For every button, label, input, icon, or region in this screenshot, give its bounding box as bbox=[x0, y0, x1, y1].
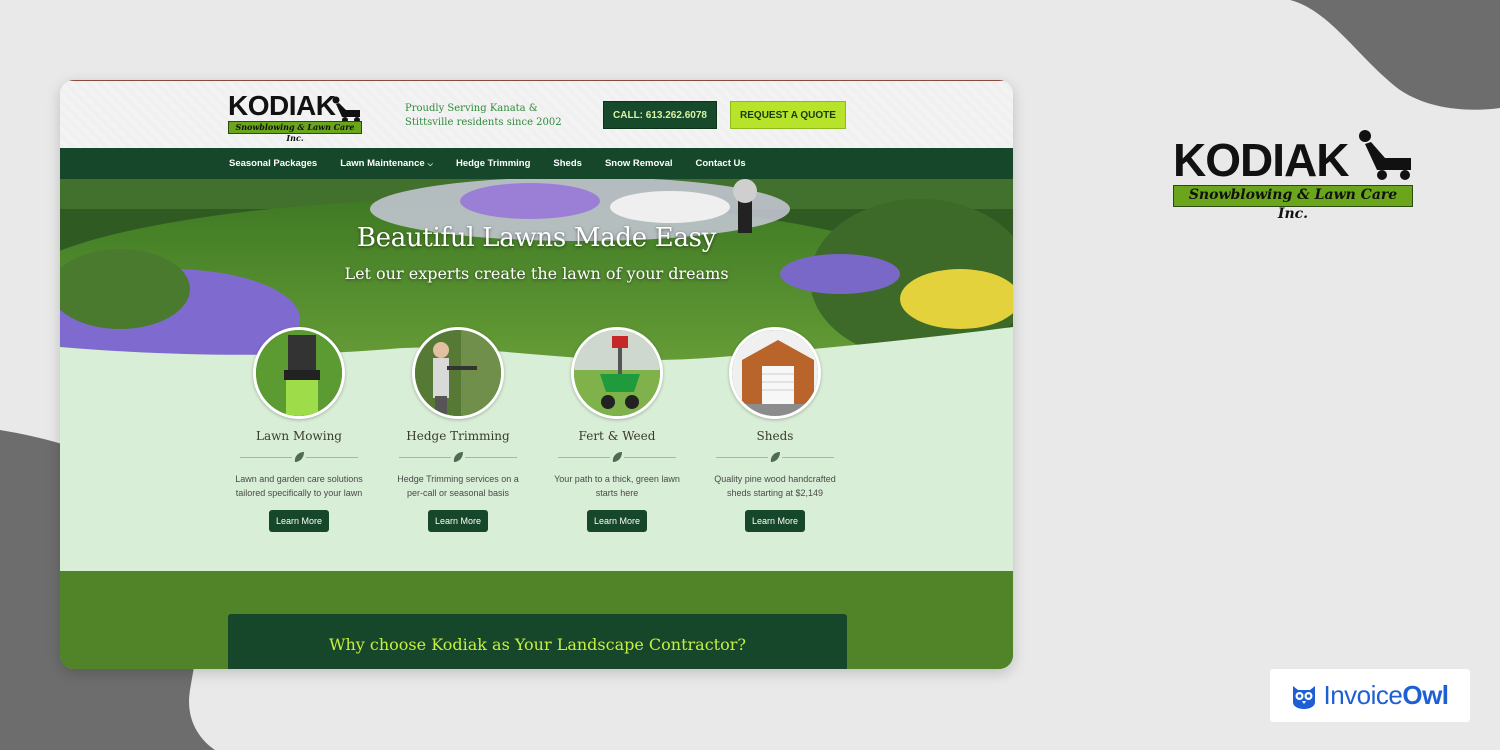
site-header: KODIAK Snowblowing & Lawn Care Inc. Prou… bbox=[60, 80, 1013, 148]
nav-hedge-trimming[interactable]: Hedge Trimming bbox=[456, 158, 530, 169]
why-choose-panel: Why choose Kodiak as Your Landscape Cont… bbox=[228, 614, 847, 669]
wordmark-suffix: Owl bbox=[1402, 680, 1449, 710]
learn-more-button[interactable]: Learn More bbox=[744, 510, 806, 532]
learn-more-button[interactable]: Learn More bbox=[268, 510, 330, 532]
service-card-hedge-trimming: Hedge Trimming Hedge Trimming services o… bbox=[388, 327, 528, 532]
leaf-icon bbox=[292, 451, 306, 463]
leaf-icon bbox=[451, 451, 465, 463]
service-title: Lawn Mowing bbox=[256, 429, 342, 443]
nav-contact-us[interactable]: Contact Us bbox=[696, 158, 746, 169]
hero-subtitle: Let our experts create the lawn of your … bbox=[344, 264, 729, 283]
service-description: Quality pine wood handcrafted sheds star… bbox=[714, 474, 836, 498]
divider bbox=[240, 451, 358, 463]
leaf-icon bbox=[610, 451, 624, 463]
website-preview: KODIAK Snowblowing & Lawn Care Inc. Prou… bbox=[60, 80, 1013, 669]
logo-strip: Snowblowing & Lawn Care Inc. bbox=[228, 121, 362, 143]
invoice-owl-badge: InvoiceOwl bbox=[1270, 669, 1470, 722]
nav-lawn-maintenance-label: Lawn Maintenance bbox=[340, 158, 425, 169]
request-quote-button[interactable]: REQUEST A QUOTE bbox=[730, 101, 846, 129]
learn-more-button[interactable]: Learn More bbox=[427, 510, 489, 532]
service-title: Fert & Weed bbox=[578, 429, 656, 443]
nav-sheds[interactable]: Sheds bbox=[553, 158, 582, 169]
header-tagline: Proudly Serving Kanata & Stittsville res… bbox=[405, 103, 562, 128]
hero-title: Beautiful Lawns Made Easy bbox=[356, 223, 717, 253]
service-card-lawn-mowing: Lawn Mowing Lawn and garden care solutio… bbox=[229, 327, 369, 532]
fertilizer-spreader-photo bbox=[571, 327, 663, 419]
divider bbox=[558, 451, 676, 463]
owl-icon bbox=[1293, 685, 1316, 709]
kodiak-logo-large: KODIAK Snowblowing & Lawn Care Inc. bbox=[1173, 128, 1415, 222]
leaf-icon bbox=[768, 451, 782, 463]
service-description: Lawn and garden care solutions tailored … bbox=[235, 474, 363, 498]
chevron-down-icon: ⌵ bbox=[427, 161, 433, 168]
decorative-blob-top-right bbox=[1290, 0, 1500, 110]
service-card-fert-weed: Fert & Weed Your path to a thick, green … bbox=[547, 327, 687, 532]
hedge-trimming-photo bbox=[412, 327, 504, 419]
kodiak-logo[interactable]: KODIAK Snowblowing & Lawn Care Inc. bbox=[228, 90, 364, 143]
call-button[interactable]: CALL: 613.262.6078 bbox=[603, 101, 717, 129]
lawn-mowing-photo bbox=[253, 327, 345, 419]
service-description: Your path to a thick, green lawn starts … bbox=[554, 474, 680, 498]
shed-photo bbox=[729, 327, 821, 419]
logo-strip: Snowblowing & Lawn Care Inc. bbox=[1173, 185, 1413, 222]
wordmark-prefix: Invoice bbox=[1323, 680, 1403, 710]
invoice-owl-wordmark: InvoiceOwl bbox=[1323, 680, 1449, 711]
grass-background-section: Why choose Kodiak as Your Landscape Cont… bbox=[60, 571, 1013, 669]
nav-lawn-maintenance[interactable]: Lawn Maintenance ⌵ bbox=[340, 158, 433, 169]
service-description: Hedge Trimming services on a per-call or… bbox=[397, 474, 519, 498]
learn-more-button[interactable]: Learn More bbox=[586, 510, 648, 532]
lawn-mower-icon bbox=[1359, 130, 1411, 180]
why-choose-heading: Why choose Kodiak as Your Landscape Cont… bbox=[329, 635, 746, 654]
hero-section: Beautiful Lawns Made Easy Let our expert… bbox=[60, 179, 1013, 571]
service-title: Hedge Trimming bbox=[406, 429, 510, 443]
logo-wordmark: KODIAK bbox=[1173, 134, 1349, 186]
nav-seasonal-packages[interactable]: Seasonal Packages bbox=[229, 158, 317, 169]
service-card-sheds: Sheds Quality pine wood handcrafted shed… bbox=[705, 327, 845, 532]
divider bbox=[399, 451, 517, 463]
divider bbox=[716, 451, 834, 463]
logo-wordmark: KODIAK bbox=[228, 90, 336, 121]
service-title: Sheds bbox=[756, 429, 794, 443]
nav-snow-removal[interactable]: Snow Removal bbox=[605, 158, 673, 169]
main-nav: Seasonal Packages Lawn Maintenance ⌵ Hedg… bbox=[60, 148, 1013, 179]
